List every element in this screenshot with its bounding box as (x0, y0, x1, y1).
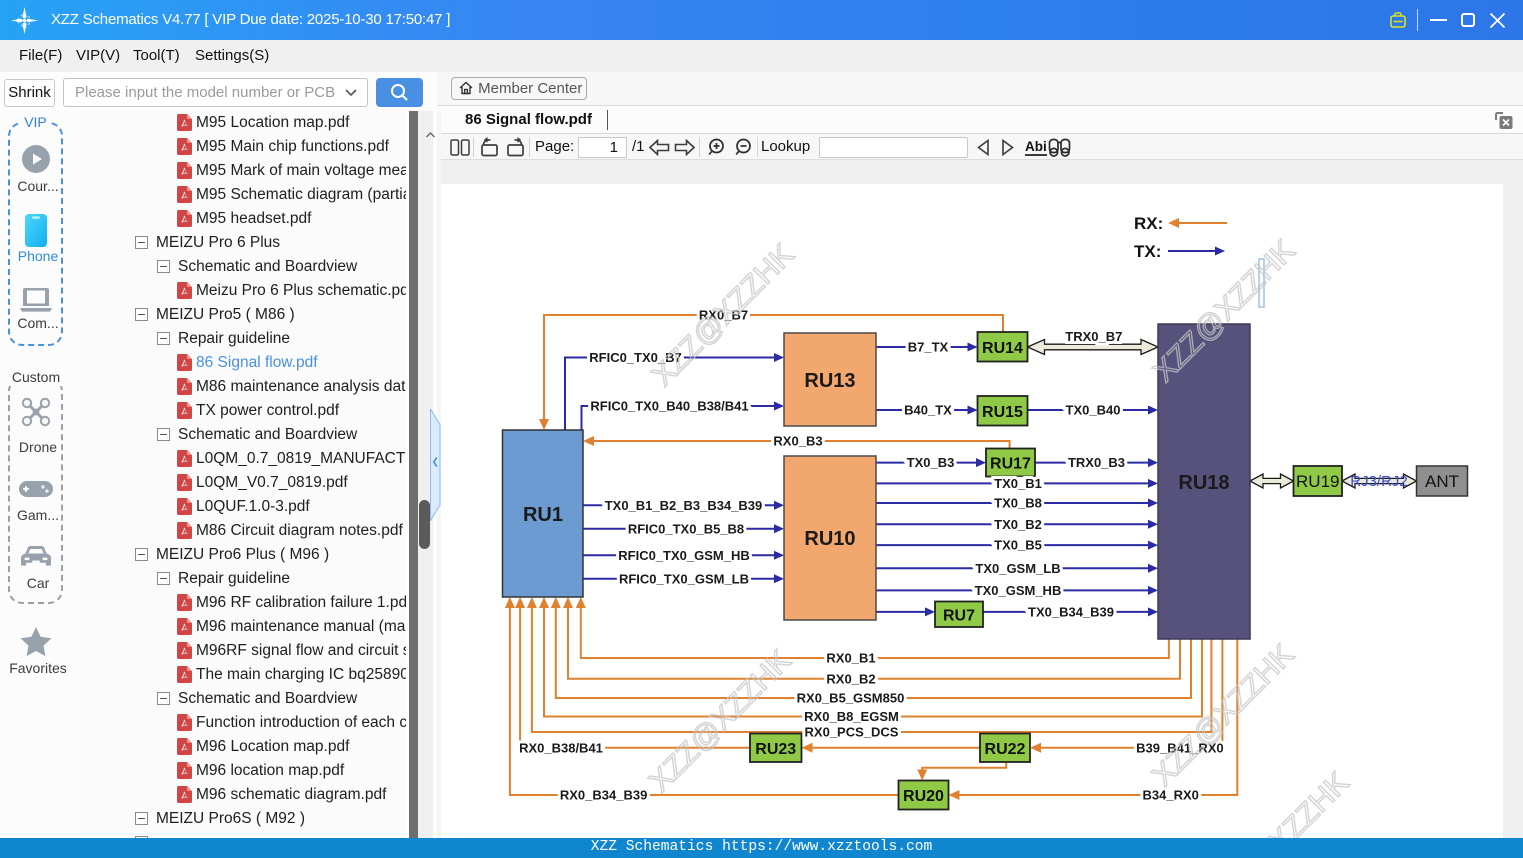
svg-text:RX0_B2: RX0_B2 (826, 671, 875, 686)
svg-text:B40_TX: B40_TX (904, 403, 952, 418)
svg-text:TX0_B1: TX0_B1 (994, 476, 1042, 491)
svg-text:RFIC0_TX0_B5_B8: RFIC0_TX0_B5_B8 (628, 521, 744, 536)
svg-text:RU7: RU7 (943, 607, 975, 624)
svg-text:ANT: ANT (1425, 472, 1459, 491)
svg-text:TX0_GSM_LB: TX0_GSM_LB (975, 561, 1060, 576)
svg-text:RX0_B34_B39: RX0_B34_B39 (560, 788, 647, 803)
svg-text:TX0_B40: TX0_B40 (1066, 403, 1121, 418)
svg-text:B7_TX: B7_TX (908, 340, 949, 355)
svg-text:TX0_B8: TX0_B8 (994, 496, 1042, 511)
svg-text:RX0_B3: RX0_B3 (773, 434, 822, 449)
svg-text:RU19: RU19 (1296, 472, 1339, 491)
svg-text:RFIC0_TX0_GSM_HB: RFIC0_TX0_GSM_HB (618, 548, 749, 563)
svg-text:TX0_B3: TX0_B3 (907, 455, 955, 470)
svg-text:XZZ@XZZHK: XZZ@XZZHK (643, 644, 797, 798)
svg-text:TX0_B5: TX0_B5 (994, 538, 1042, 553)
svg-text:RX0_B8_EGSM: RX0_B8_EGSM (804, 709, 899, 724)
svg-text:XZZ@XZZHK: XZZ@XZZHK (1201, 766, 1355, 838)
svg-text:RU15: RU15 (982, 404, 1023, 421)
svg-text:RX0_PCS_DCS: RX0_PCS_DCS (805, 725, 899, 740)
svg-text:RU23: RU23 (755, 741, 796, 758)
svg-text:TRX0_B7: TRX0_B7 (1065, 329, 1122, 344)
svg-text:RX0_B5_GSM850: RX0_B5_GSM850 (797, 691, 905, 706)
svg-text:RU17: RU17 (990, 456, 1031, 473)
svg-text:RJ3/RJ2: RJ3/RJ2 (1350, 473, 1408, 490)
svg-text:RX:: RX: (1134, 214, 1163, 233)
svg-text:TX:: TX: (1134, 242, 1161, 261)
svg-text:RU1: RU1 (523, 504, 563, 526)
svg-text:TX0_B1_B2_B3_B34_B39: TX0_B1_B2_B3_B34_B39 (605, 498, 763, 513)
svg-text:TX0_GSM_HB: TX0_GSM_HB (975, 583, 1062, 598)
svg-text:RU14: RU14 (982, 340, 1023, 357)
svg-text:TX0_B34_B39: TX0_B34_B39 (1028, 604, 1114, 619)
svg-text:TX0_B2: TX0_B2 (994, 517, 1042, 532)
svg-text:RU20: RU20 (903, 788, 944, 805)
svg-text:RX0_B1: RX0_B1 (826, 651, 875, 666)
svg-text:RFIC0_TX0_B40_B38/B41: RFIC0_TX0_B40_B38/B41 (590, 399, 748, 414)
svg-text:RX0_B38/B41: RX0_B38/B41 (519, 740, 603, 755)
svg-text:RU22: RU22 (985, 741, 1026, 758)
svg-text:RU13: RU13 (804, 370, 855, 392)
svg-text:TRX0_B3: TRX0_B3 (1068, 455, 1125, 470)
svg-text:RFIC0_TX0_GSM_LB: RFIC0_TX0_GSM_LB (619, 571, 749, 586)
svg-text:RU10: RU10 (804, 528, 855, 550)
svg-text:RU18: RU18 (1178, 472, 1229, 494)
